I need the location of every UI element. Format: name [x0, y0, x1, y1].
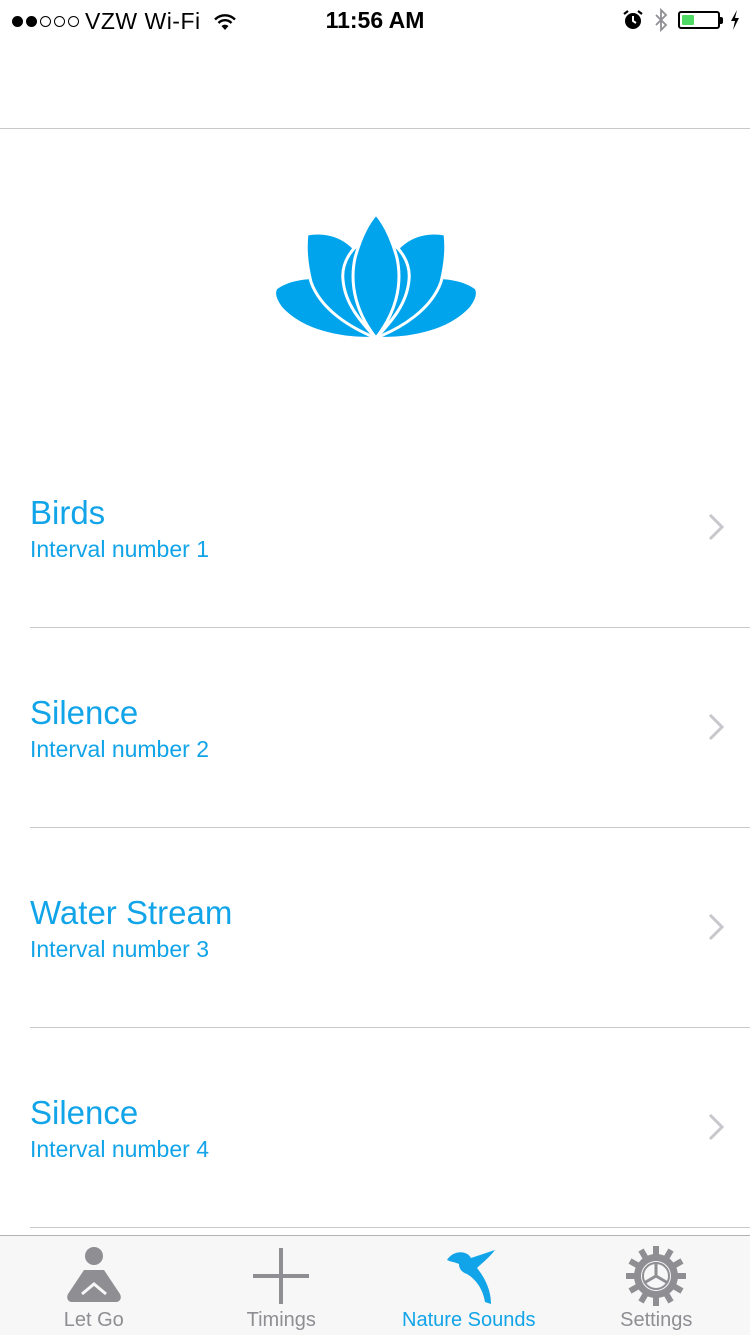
alarm-icon — [622, 9, 644, 31]
meditation-icon — [62, 1244, 126, 1308]
navigation-bar — [0, 40, 750, 129]
list-item[interactable]: Birds Interval number 1 — [30, 428, 750, 628]
interval-title: Water Stream — [30, 894, 232, 932]
chevron-right-icon — [708, 513, 724, 541]
tab-nature-sounds[interactable]: Nature Sounds — [375, 1236, 563, 1335]
tab-label: Let Go — [0, 1309, 188, 1332]
bluetooth-icon — [654, 8, 668, 32]
tab-label: Settings — [563, 1309, 750, 1332]
list-item[interactable]: Silence Interval number 2 — [30, 628, 750, 828]
chevron-right-icon — [708, 713, 724, 741]
tab-label: Timings — [188, 1309, 376, 1332]
plus-icon — [249, 1244, 313, 1308]
tab-let-go[interactable]: Let Go — [0, 1236, 188, 1335]
gear-icon — [624, 1244, 688, 1308]
tab-timings[interactable]: Timings — [188, 1236, 376, 1335]
charging-icon — [730, 10, 740, 30]
list-item[interactable]: Silence Interval number 4 — [30, 1028, 750, 1228]
tab-bar: Let Go Timings Nature Sounds — [0, 1235, 750, 1335]
tab-settings[interactable]: Settings — [563, 1236, 750, 1335]
status-bar: VZW Wi-Fi 11:56 AM — [0, 0, 750, 40]
chevron-right-icon — [708, 913, 724, 941]
interval-subtitle: Interval number 1 — [30, 536, 209, 563]
interval-subtitle: Interval number 2 — [30, 736, 209, 763]
interval-subtitle: Interval number 3 — [30, 936, 209, 963]
bird-icon — [437, 1244, 501, 1308]
chevron-right-icon — [708, 1113, 724, 1141]
status-right — [622, 8, 740, 32]
interval-title: Silence — [30, 694, 138, 732]
lotus-icon — [273, 210, 479, 344]
battery-icon — [678, 11, 720, 29]
interval-title: Silence — [30, 1094, 138, 1132]
interval-title: Birds — [30, 494, 105, 532]
list-item[interactable]: Water Stream Interval number 3 — [30, 828, 750, 1028]
tab-label: Nature Sounds — [375, 1309, 563, 1332]
interval-subtitle: Interval number 4 — [30, 1136, 209, 1163]
interval-list: Birds Interval number 1 Silence Interval… — [0, 428, 750, 1228]
